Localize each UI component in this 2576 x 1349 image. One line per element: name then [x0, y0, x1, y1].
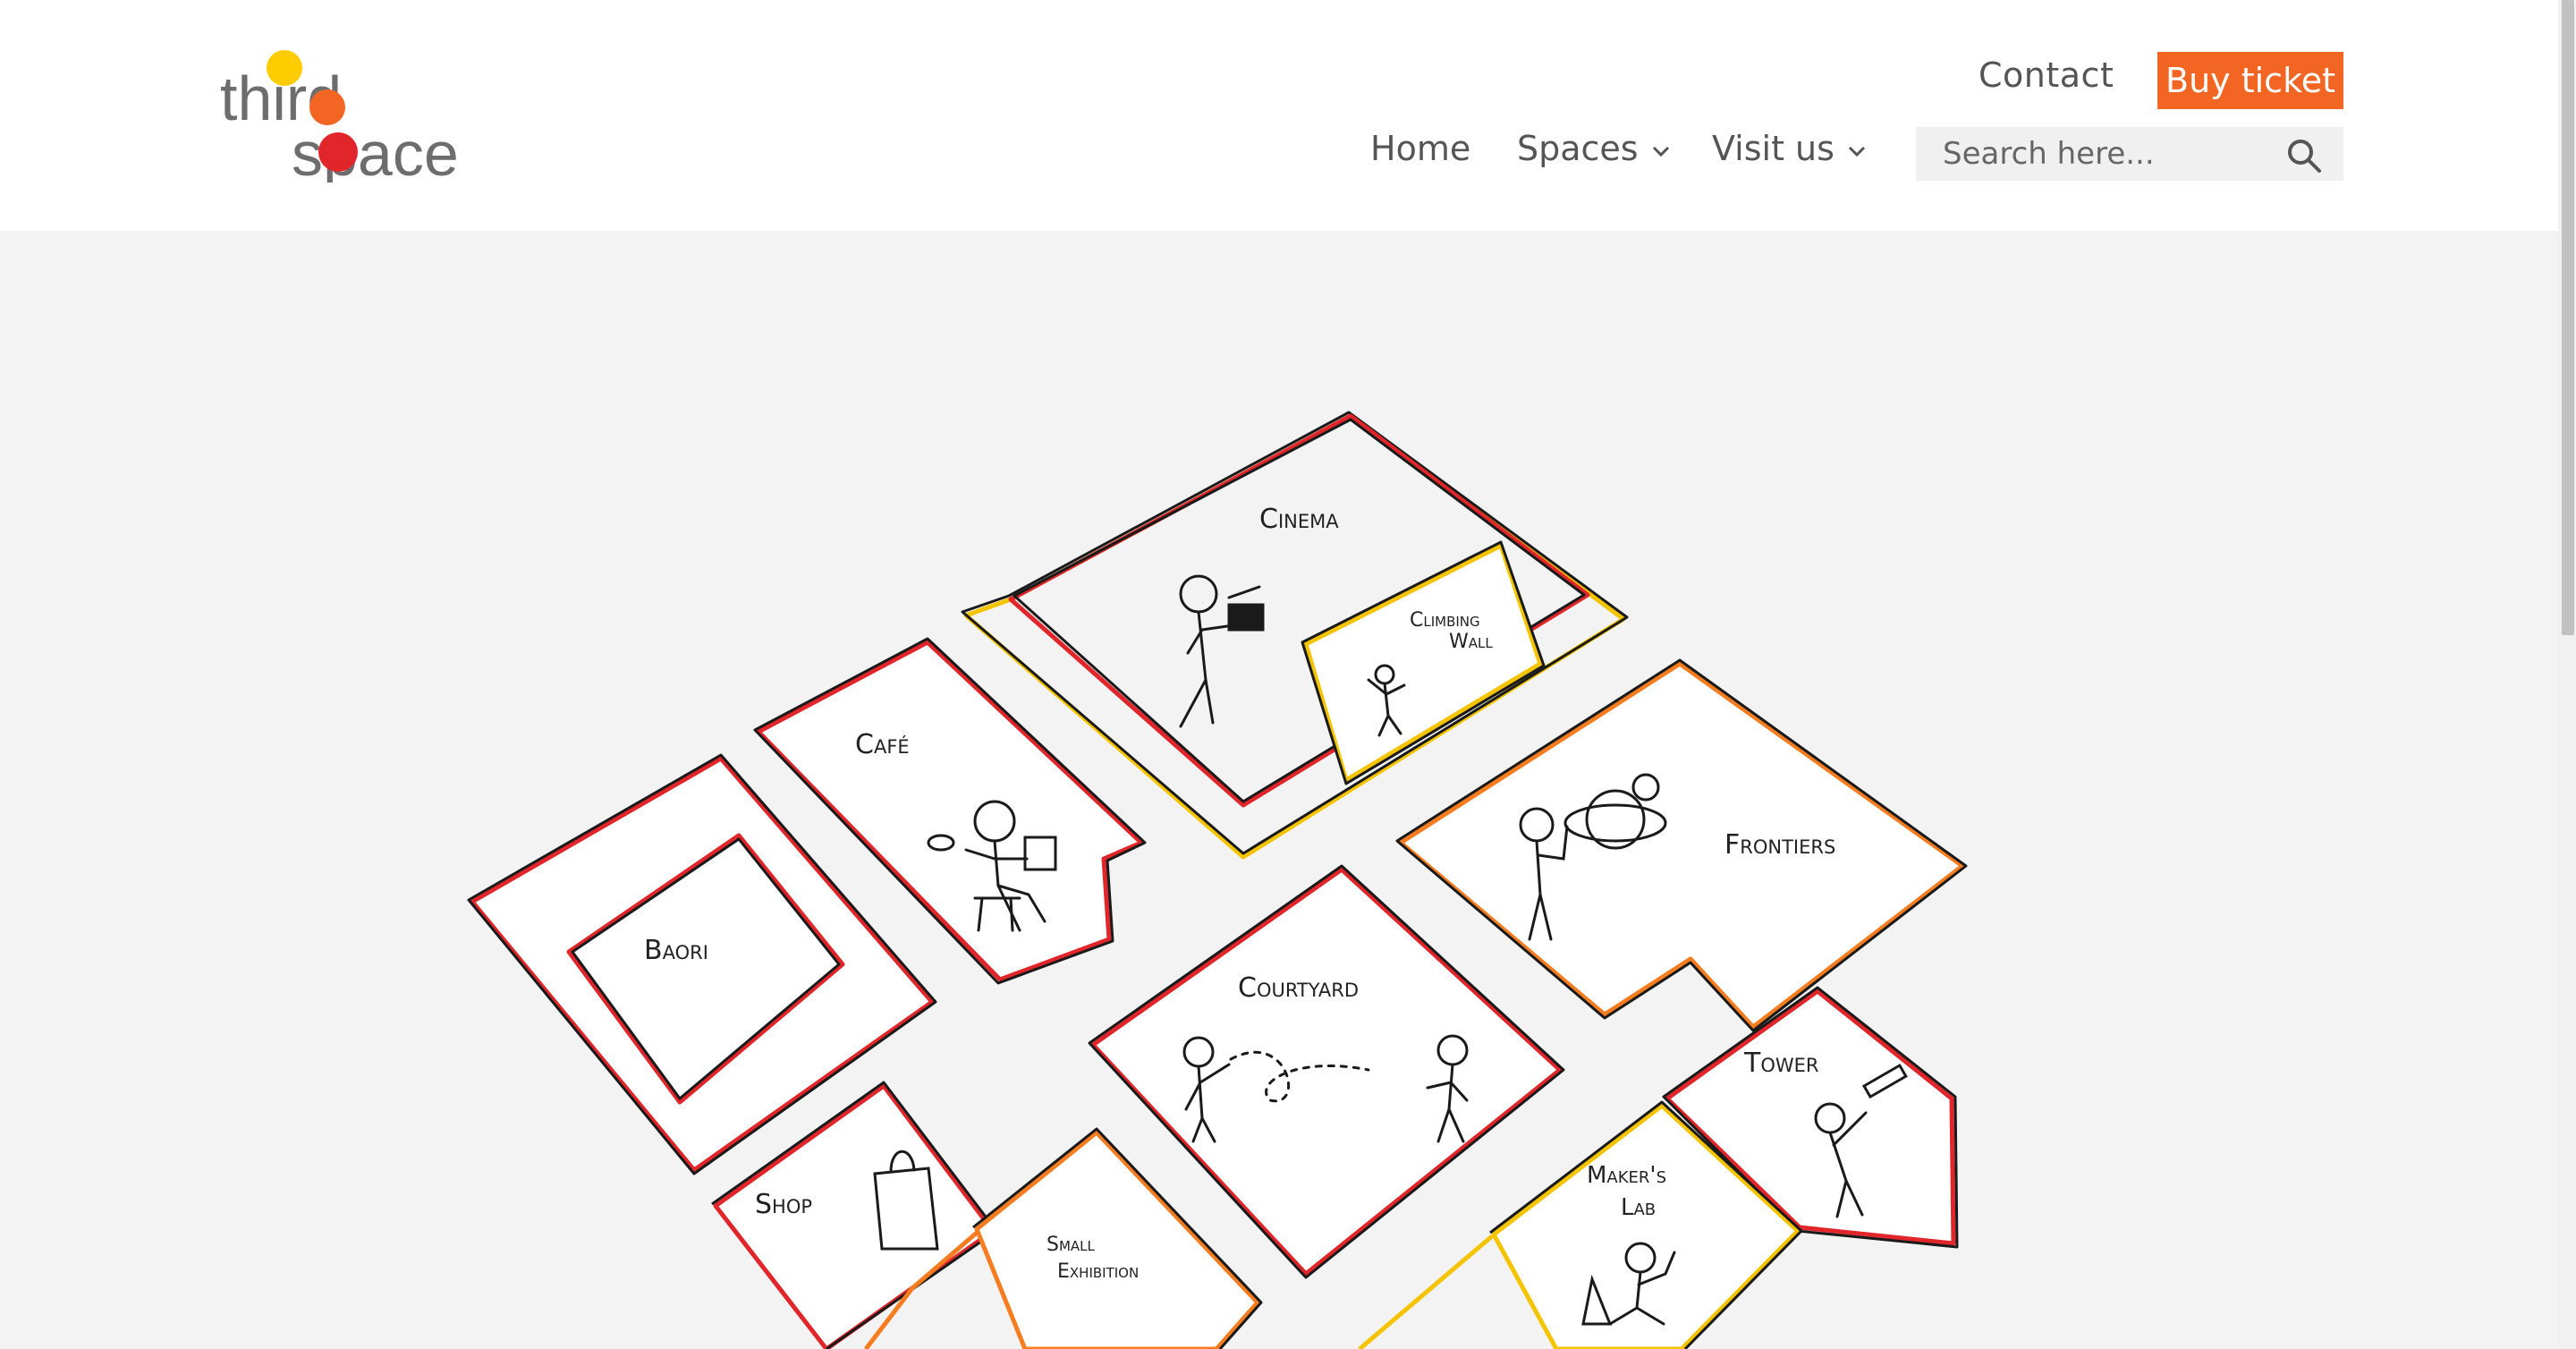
- chevron-down-icon: [1652, 146, 1669, 157]
- nav-spaces-label: Spaces: [1517, 129, 1639, 168]
- search-box: [1916, 127, 2343, 181]
- climbing-wall-space[interactable]: [1301, 540, 1546, 785]
- label-makers: Maker's: [1587, 1162, 1666, 1189]
- label-frontiers: Frontiers: [1724, 829, 1835, 861]
- frontiers-space[interactable]: [1395, 658, 1968, 1032]
- label-cinema: Cinema: [1259, 504, 1339, 535]
- nav-visit-us-label: Visit us: [1712, 129, 1835, 168]
- third-space-logo[interactable]: third space: [218, 48, 465, 182]
- label-exhibition: Exhibition: [1057, 1260, 1139, 1283]
- label-baori: Baori: [644, 935, 708, 966]
- label-courtyard: Courtyard: [1238, 972, 1359, 1004]
- cinema-figure: [1179, 574, 1265, 728]
- nav-spaces[interactable]: Spaces: [1517, 129, 1671, 168]
- label-cafe: Café: [855, 729, 910, 760]
- chevron-down-icon: [1848, 146, 1865, 157]
- label-tower: Tower: [1743, 1048, 1818, 1079]
- nav-home-label: Home: [1370, 129, 1471, 168]
- nav-home[interactable]: Home: [1370, 129, 1470, 168]
- logo-yellow-dot: [267, 50, 302, 86]
- label-small: Small: [1046, 1234, 1096, 1256]
- site-header: third space Contact Buy ticket Home Spac…: [0, 0, 2558, 231]
- label-climbing: Climbing: [1410, 609, 1480, 632]
- buy-ticket-button[interactable]: Buy ticket: [2157, 52, 2343, 109]
- scrollbar-thumb[interactable]: [2562, 0, 2574, 635]
- spaces-map: Cinema Climbing Wall Café Baori Frontier…: [467, 411, 1968, 1349]
- logo-red-dot: [318, 132, 358, 172]
- logo-text-space: space: [292, 119, 459, 182]
- search-icon[interactable]: [2286, 138, 2322, 174]
- logo-orange-dot: [309, 89, 345, 125]
- label-shop: Shop: [755, 1189, 812, 1220]
- label-wall: Wall: [1449, 631, 1493, 653]
- contact-link[interactable]: Contact: [1979, 55, 2114, 95]
- label-lab: Lab: [1621, 1194, 1656, 1221]
- nav-visit-us[interactable]: Visit us: [1712, 129, 1867, 168]
- search-input[interactable]: [1916, 127, 2283, 181]
